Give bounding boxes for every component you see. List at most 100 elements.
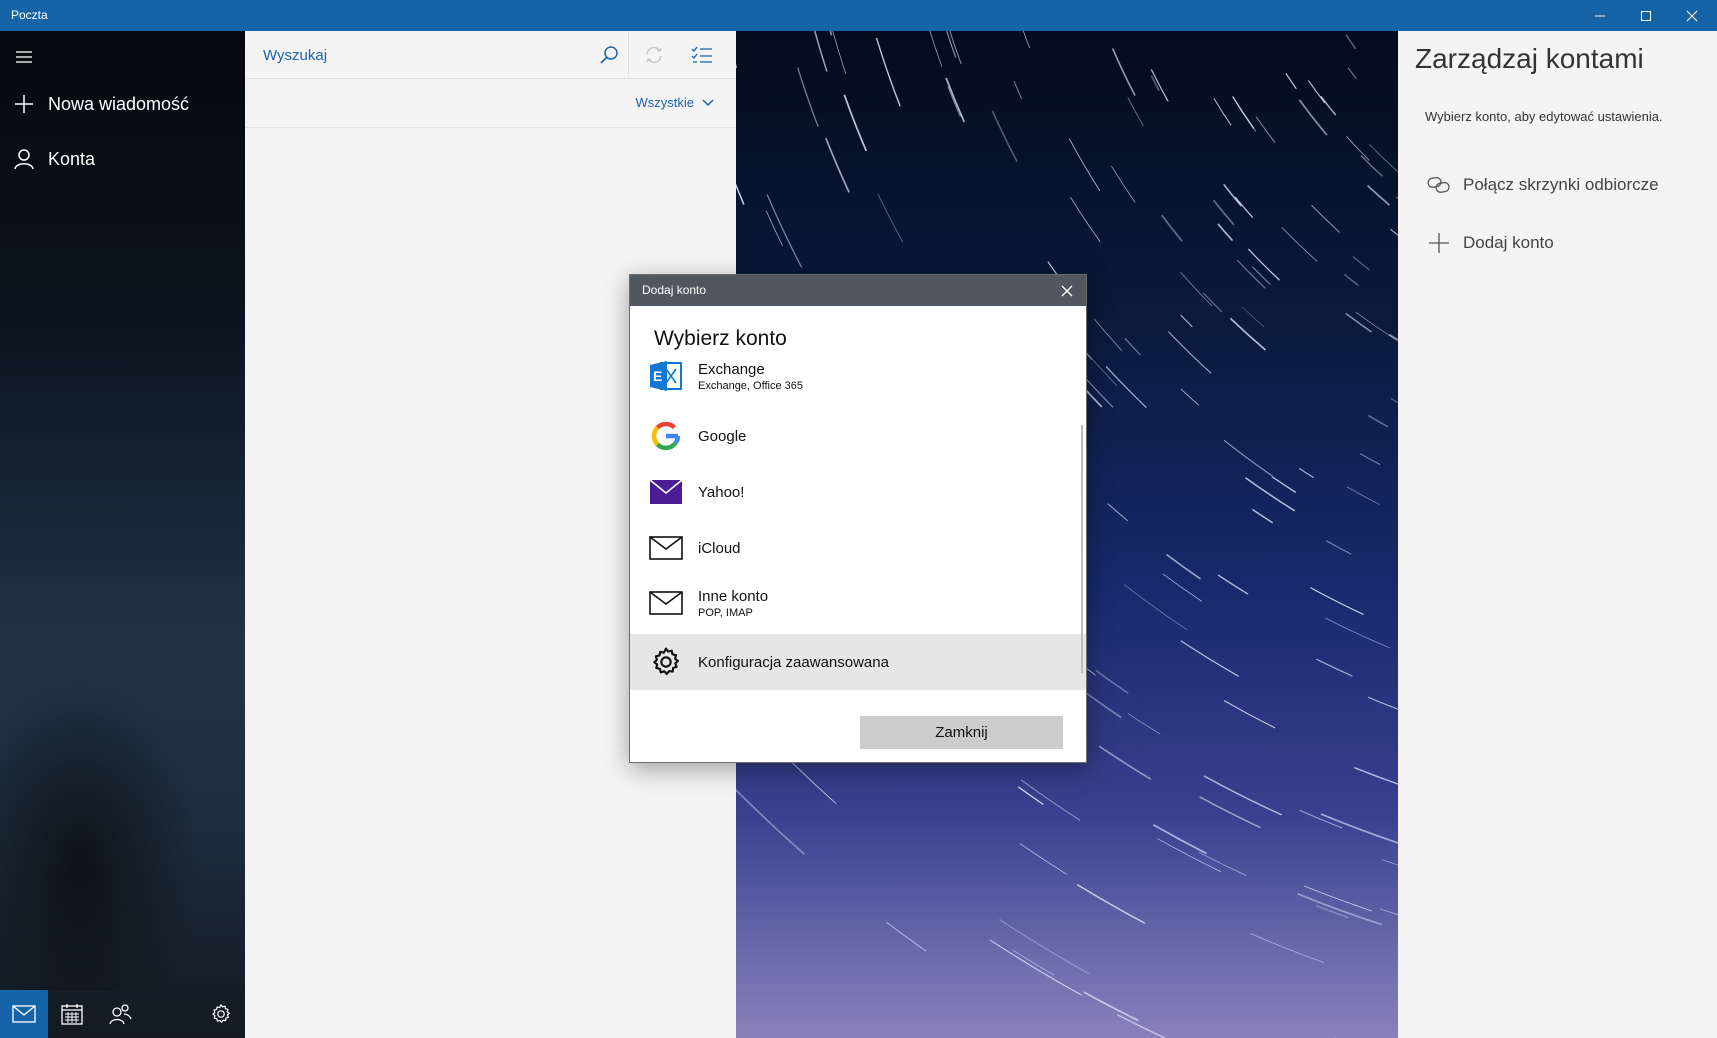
- toolbar-divider: [628, 31, 629, 79]
- star-trail: [999, 919, 1090, 975]
- new-message-label: Nowa wiadomość: [48, 93, 190, 114]
- mail-envelope-icon: [630, 536, 698, 560]
- star-trail: [1367, 414, 1389, 428]
- search-input[interactable]: [263, 41, 533, 69]
- link-inboxes-button[interactable]: Połącz skrzynki odbiorcze: [1415, 165, 1705, 205]
- close-icon: [1061, 285, 1073, 297]
- svg-text:E: E: [653, 368, 662, 384]
- star-trail: [1180, 640, 1239, 677]
- star-trail: [1298, 467, 1314, 479]
- star-trail: [1242, 306, 1265, 328]
- star-trail: [1360, 155, 1383, 177]
- people-app-button[interactable]: [96, 990, 144, 1038]
- account-option-other[interactable]: Inne konto POP, IMAP: [630, 575, 1086, 631]
- window-title: Poczta: [11, 8, 48, 22]
- star-trail: [1111, 48, 1136, 96]
- star-trail: [1070, 197, 1101, 243]
- star-trail: [736, 63, 738, 69]
- new-message-button[interactable]: Nowa wiadomość: [0, 82, 245, 126]
- star-trail: [1128, 713, 1161, 735]
- accounts-button[interactable]: Konta: [0, 137, 245, 181]
- star-trail: [1012, 949, 1055, 976]
- star-trail: [1180, 388, 1200, 406]
- account-option-yahoo[interactable]: Yahoo!: [630, 464, 1086, 520]
- star-trail: [1095, 669, 1129, 695]
- star-trail: [736, 183, 745, 205]
- chevron-down-icon: [702, 98, 714, 106]
- account-option-google[interactable]: Google: [630, 408, 1086, 464]
- settings-button[interactable]: [197, 990, 245, 1038]
- close-icon: [1686, 10, 1698, 21]
- mail-icon: [12, 1005, 36, 1023]
- star-trail: [1213, 98, 1232, 126]
- star-trail: [1255, 116, 1276, 143]
- star-trail: [1316, 658, 1353, 677]
- add-account-button[interactable]: Dodaj konto: [1415, 223, 1705, 263]
- star-trail: [1068, 138, 1101, 192]
- star-trail: [1360, 453, 1381, 466]
- star-trail: [1345, 312, 1373, 333]
- accounts-label: Konta: [48, 148, 96, 169]
- star-trail: [1343, 273, 1359, 287]
- star-trail: [1311, 204, 1341, 233]
- star-trail: [929, 31, 943, 67]
- search-button[interactable]: [593, 39, 625, 71]
- account-option-exchange[interactable]: E Exchange Exchange, Office 365: [630, 348, 1086, 404]
- gear-icon: [630, 646, 698, 678]
- star-trail: [1098, 745, 1152, 780]
- star-trail: [1345, 34, 1357, 50]
- star-trail: [1180, 272, 1213, 307]
- sync-icon: [646, 46, 662, 64]
- filter-label: Wszystkie: [635, 95, 695, 110]
- minimize-button[interactable]: [1577, 0, 1623, 31]
- star-trail: [832, 31, 847, 75]
- sync-button[interactable]: [638, 39, 670, 71]
- star-trail: [829, 31, 833, 36]
- manage-accounts-panel: Zarządzaj kontami Wybierz konto, aby edy…: [1398, 31, 1717, 1038]
- account-option-sublabel: Exchange, Office 365: [698, 379, 803, 392]
- account-option-advanced-setup[interactable]: Konfiguracja zaawansowana: [630, 634, 1086, 690]
- star-trail: [1111, 165, 1136, 203]
- star-trail: [1281, 227, 1318, 262]
- star-trail: [1212, 199, 1235, 226]
- star-trail: [1299, 809, 1343, 829]
- close-dialog-button[interactable]: Zamknij: [860, 716, 1063, 749]
- star-trail: [1223, 439, 1273, 477]
- link-icon: [1415, 175, 1463, 195]
- star-trail: [1366, 184, 1391, 206]
- navigation-sidebar: Nowa wiadomość Konta: [0, 31, 245, 1038]
- dialog-scrollbar[interactable]: [1081, 425, 1083, 673]
- star-trail: [1325, 540, 1352, 555]
- dialog-close-button[interactable]: [1054, 278, 1080, 304]
- hamburger-menu-button[interactable]: [12, 45, 36, 69]
- star-trail: [1298, 99, 1328, 136]
- filter-bar: Wszystkie: [245, 80, 736, 128]
- filter-dropdown[interactable]: Wszystkie: [636, 95, 715, 110]
- close-window-button[interactable]: [1669, 0, 1715, 31]
- star-trail: [1165, 553, 1201, 580]
- star-trail: [1123, 584, 1188, 631]
- hamburger-icon: [16, 51, 32, 63]
- star-trail: [843, 94, 868, 152]
- people-icon: [109, 1004, 132, 1025]
- star-trail: [1352, 256, 1371, 271]
- star-trail: [1223, 183, 1242, 207]
- star-trail: [1217, 574, 1249, 595]
- star-trail: [1150, 69, 1169, 102]
- star-trail: [1105, 365, 1147, 409]
- star-trail: [1250, 933, 1324, 964]
- star-trail: [1320, 813, 1398, 844]
- plus-icon: [1415, 232, 1463, 254]
- selection-mode-button[interactable]: [686, 39, 718, 71]
- star-trail: [1160, 214, 1183, 242]
- star-trail: [949, 31, 962, 64]
- star-trail: [1152, 824, 1207, 855]
- mail-app-button[interactable]: [0, 990, 48, 1038]
- person-icon: [0, 148, 48, 170]
- maximize-button[interactable]: [1623, 0, 1669, 31]
- star-trail: [1354, 767, 1398, 785]
- calendar-app-button[interactable]: [48, 990, 96, 1038]
- star-trail: [1390, 228, 1398, 236]
- account-option-icloud[interactable]: iCloud: [630, 520, 1086, 576]
- star-trail: [1168, 331, 1212, 374]
